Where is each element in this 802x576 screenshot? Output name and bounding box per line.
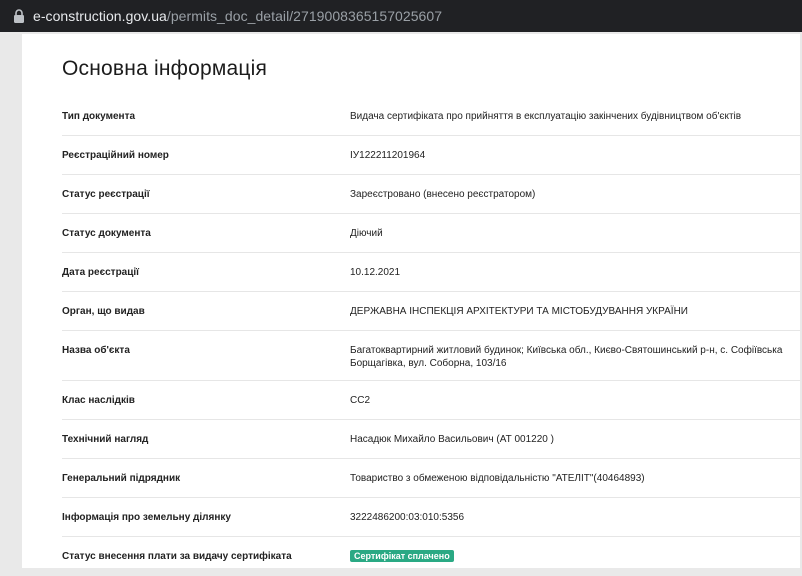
url-host: e-construction.gov.ua <box>33 8 167 24</box>
row-value: Зареєстровано (внесено реєстратором) <box>350 189 536 200</box>
info-table: Тип документа Видача сертифіката про при… <box>62 97 800 576</box>
row-label: Реєстраційний номер <box>62 150 169 161</box>
row-value: Сертифікат сплачено <box>350 550 790 563</box>
row-label: Генеральний підрядник <box>62 473 181 484</box>
row-general-contractor: Генеральний підрядник Товариство з обмеж… <box>62 459 800 498</box>
row-object-name: Назва об'єкта Багатоквартирний житловий … <box>62 331 800 381</box>
info-card: Основна інформація Тип документа Видача … <box>22 34 800 568</box>
row-registration-date: Дата реєстрації 10.12.2021 <box>62 253 800 292</box>
row-value: Видача сертифіката про прийняття в експл… <box>350 111 742 122</box>
browser-address-bar[interactable]: e-construction.gov.ua/permits_doc_detail… <box>0 0 802 32</box>
row-label: Статус внесення плати за видачу сертифік… <box>62 551 292 562</box>
row-document-status: Статус документа Діючий <box>62 214 800 253</box>
row-label: Клас наслідків <box>62 395 135 406</box>
url-path: /permits_doc_detail/2719008365157025607 <box>166 8 443 24</box>
row-label: Технічний нагляд <box>62 434 149 445</box>
row-land-plot-info: Інформація про земельну ділянку 32224862… <box>62 498 800 537</box>
lock-icon[interactable] <box>13 9 25 23</box>
row-value: Товариство з обмеженою відповідальністю … <box>350 473 645 484</box>
row-consequence-class: Клас наслідків СС2 <box>62 381 800 420</box>
row-label: Інформація про земельну ділянку <box>62 512 231 523</box>
page-background: Основна інформація Тип документа Видача … <box>0 32 802 568</box>
row-registration-status: Статус реєстрації Зареєстровано (внесено… <box>62 175 800 214</box>
row-value: ДЕРЖАВНА ІНСПЕКЦІЯ АРХІТЕКТУРИ ТА МІСТОБ… <box>350 306 688 317</box>
row-label: Орган, що видав <box>62 306 145 317</box>
row-issuing-authority: Орган, що видав ДЕРЖАВНА ІНСПЕКЦІЯ АРХІТ… <box>62 292 800 331</box>
row-value: СС2 <box>350 395 371 406</box>
row-payment-status: Статус внесення плати за видачу сертифік… <box>62 537 800 576</box>
row-value: 3222486200:03:010:5356 <box>350 512 465 523</box>
url-text[interactable]: e-construction.gov.ua/permits_doc_detail… <box>33 7 442 25</box>
row-label: Статус документа <box>62 228 151 239</box>
row-value: Діючий <box>350 228 383 239</box>
row-document-type: Тип документа Видача сертифіката про при… <box>62 97 800 136</box>
row-technical-supervision: Технічний нагляд Насадюк Михайло Васильо… <box>62 420 800 459</box>
row-label: Назва об'єкта <box>62 345 130 356</box>
status-badge: Сертифікат сплачено <box>350 550 454 562</box>
row-value: ІУ122211201964 <box>350 150 426 161</box>
row-label: Дата реєстрації <box>62 267 139 278</box>
row-label: Статус реєстрації <box>62 189 150 200</box>
row-value: Багатоквартирний житловий будинок; Київс… <box>350 345 783 369</box>
row-value: 10.12.2021 <box>350 267 401 278</box>
row-value: Насадюк Михайло Васильович (АТ 001220 ) <box>350 434 554 445</box>
row-label: Тип документа <box>62 111 136 122</box>
row-registration-number: Реєстраційний номер ІУ122211201964 <box>62 136 800 175</box>
section-title: Основна інформація <box>62 57 268 80</box>
